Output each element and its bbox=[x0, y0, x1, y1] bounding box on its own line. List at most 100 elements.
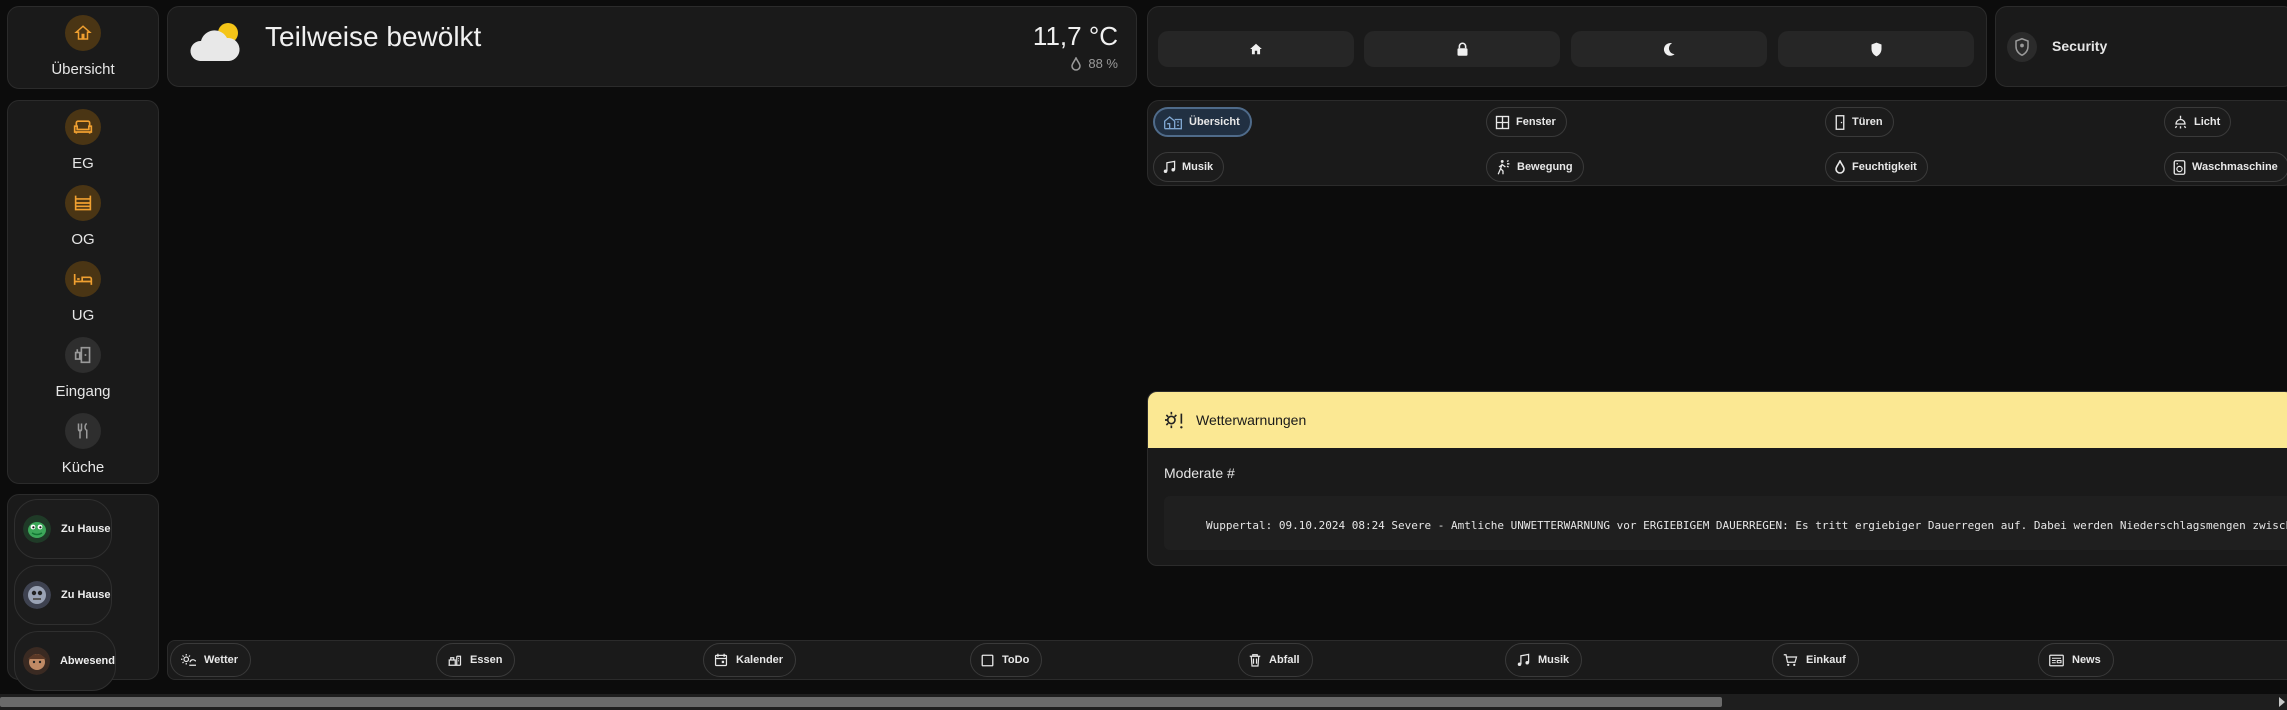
section-chip-musik[interactable]: Musik bbox=[1153, 152, 1225, 182]
section-chip-waschmaschine[interactable]: Waschmaschine bbox=[2164, 152, 2287, 182]
home-icon bbox=[65, 15, 101, 51]
person-tile[interactable]: Zu Hause bbox=[14, 565, 112, 625]
avatar bbox=[23, 515, 51, 543]
bottom-nav-news[interactable]: News bbox=[2038, 643, 2114, 677]
warning-text: Wuppertal: 09.10.2024 08:24 Severe - Amt… bbox=[1206, 519, 2287, 532]
chip-label: Übersicht bbox=[1189, 116, 1240, 128]
chip-label: Licht bbox=[2194, 116, 2221, 128]
bottom-nav-musik[interactable]: Musik bbox=[1505, 643, 1583, 677]
overview-label: Übersicht bbox=[51, 61, 115, 78]
chip-label: Feuchtigkeit bbox=[1852, 161, 1917, 173]
cutlery-icon bbox=[65, 413, 101, 449]
bottom-nav-label: Abfall bbox=[1269, 654, 1300, 666]
motion-icon bbox=[1497, 159, 1510, 175]
room-og[interactable]: OG bbox=[8, 185, 158, 248]
bottom-nav-essen[interactable]: Essen bbox=[436, 643, 516, 677]
bottom-nav-kalender[interactable]: Kalender bbox=[703, 643, 797, 677]
bottom-nav-label: ToDo bbox=[1002, 654, 1030, 666]
room-label: EG bbox=[72, 155, 94, 172]
bottom-nav-label: Einkauf bbox=[1806, 654, 1846, 666]
sofa-icon bbox=[65, 109, 101, 145]
temperature: 11,7 °C bbox=[1032, 21, 1118, 51]
shield-icon bbox=[1871, 42, 1881, 56]
alarm-modes-card bbox=[1147, 6, 1987, 87]
overview-card[interactable]: Übersicht bbox=[7, 6, 159, 89]
person-tile[interactable]: Zu Hause bbox=[14, 499, 112, 559]
music-icon bbox=[1163, 160, 1176, 173]
bottom-nav-label: Essen bbox=[470, 654, 503, 666]
security-card[interactable]: Security bbox=[1995, 6, 2287, 87]
section-chip-fenster[interactable]: Fenster bbox=[1486, 107, 1567, 137]
bottom-nav-label: Musik bbox=[1538, 654, 1570, 666]
bottom-nav-label: Kalender bbox=[736, 654, 784, 666]
section-chip-tueren[interactable]: Türen bbox=[1825, 107, 1894, 137]
chip-label: Türen bbox=[1852, 116, 1883, 128]
bottom-nav-label: Wetter bbox=[204, 654, 239, 666]
window-icon bbox=[1495, 115, 1510, 129]
room-label: UG bbox=[71, 307, 95, 324]
bottom-nav-todo[interactable]: ToDo bbox=[970, 643, 1043, 677]
sections-card: Übersicht Fenster Türen Licht Musik Bewe… bbox=[1147, 100, 2287, 186]
warning-banner: Wetterwarnungen bbox=[1148, 392, 2287, 448]
chip-label: Waschmaschine bbox=[2192, 161, 2278, 173]
horizontal-scrollbar[interactable] bbox=[0, 694, 2287, 710]
alarm-vacation-button[interactable] bbox=[1778, 31, 1974, 67]
person-status: Zu Hause bbox=[61, 523, 111, 535]
trash-icon bbox=[1249, 654, 1261, 667]
scrollbar-thumb[interactable] bbox=[0, 697, 1722, 707]
weather-condition: Teilweise bewölkt bbox=[265, 21, 482, 52]
person-status: Abwesend bbox=[59, 655, 115, 667]
cart-icon bbox=[1783, 654, 1798, 666]
person-status: Zu Hause bbox=[61, 589, 111, 601]
moon-icon bbox=[1663, 43, 1675, 56]
chip-label: Bewegung bbox=[1517, 161, 1573, 173]
ceiling-light-icon bbox=[2174, 115, 2187, 128]
bottom-nav-wetter[interactable]: Wetter bbox=[170, 643, 252, 677]
warning-title: Wetterwarnungen bbox=[1196, 412, 1307, 428]
persons-card: Zu Hause Zu Hause Abwesend bbox=[7, 494, 159, 691]
humidity-icon bbox=[1071, 56, 1082, 71]
room-label: Eingang bbox=[55, 383, 111, 400]
avatar bbox=[23, 581, 51, 609]
music-icon bbox=[1517, 653, 1530, 666]
house-floorplan-icon bbox=[1164, 116, 1182, 130]
bottom-nav-einkauf[interactable]: Einkauf bbox=[1772, 643, 1859, 677]
partly-cloudy-icon bbox=[190, 17, 246, 72]
overview-button[interactable]: Übersicht bbox=[8, 15, 158, 78]
bed-icon bbox=[65, 261, 101, 297]
room-eingang[interactable]: Eingang bbox=[8, 337, 158, 400]
room-kueche[interactable]: Küche bbox=[8, 413, 158, 476]
room-ug[interactable]: UG bbox=[8, 261, 158, 324]
section-chip-uebersicht[interactable]: Übersicht bbox=[1153, 107, 1252, 137]
checkbox-icon bbox=[981, 654, 994, 666]
security-label: Security bbox=[2052, 38, 2108, 54]
alarm-night-button[interactable] bbox=[1571, 31, 1767, 67]
weather-alert-icon bbox=[1165, 411, 1183, 429]
weather-icon bbox=[181, 654, 196, 666]
scroll-right-arrow-icon[interactable] bbox=[2279, 697, 2285, 707]
humidity-value: 88 % bbox=[1088, 56, 1118, 71]
bottom-nav-abfall[interactable]: Abfall bbox=[1238, 643, 1313, 677]
person-tile[interactable]: Abwesend bbox=[14, 631, 116, 691]
section-chip-feuchtigkeit[interactable]: Feuchtigkeit bbox=[1825, 152, 1928, 182]
chip-label: Musik bbox=[1182, 161, 1214, 173]
warning-text-box: Wuppertal: 09.10.2024 08:24 Severe - Amt… bbox=[1164, 496, 2287, 550]
home-icon bbox=[1250, 43, 1262, 55]
bunk-bed-icon bbox=[65, 185, 101, 221]
section-chip-bewegung[interactable]: Bewegung bbox=[1486, 152, 1584, 182]
alarm-away-button[interactable] bbox=[1364, 31, 1560, 67]
weather-card[interactable]: Teilweise bewölkt 11,7 °C 88 % bbox=[167, 6, 1137, 87]
room-label: OG bbox=[71, 231, 95, 248]
bottom-nav-label: News bbox=[2072, 654, 2101, 666]
door-entrance-icon bbox=[65, 337, 101, 373]
room-eg[interactable]: EG bbox=[8, 109, 158, 172]
alarm-home-button[interactable] bbox=[1158, 31, 1354, 67]
room-label: Küche bbox=[61, 459, 105, 476]
food-icon bbox=[448, 655, 462, 666]
section-chip-licht[interactable]: Licht bbox=[2164, 107, 2232, 137]
lock-icon bbox=[1457, 42, 1467, 56]
door-icon bbox=[1835, 114, 1845, 130]
news-icon bbox=[2049, 654, 2064, 666]
washing-machine-icon bbox=[2173, 159, 2186, 175]
shield-account-icon bbox=[2007, 32, 2037, 62]
